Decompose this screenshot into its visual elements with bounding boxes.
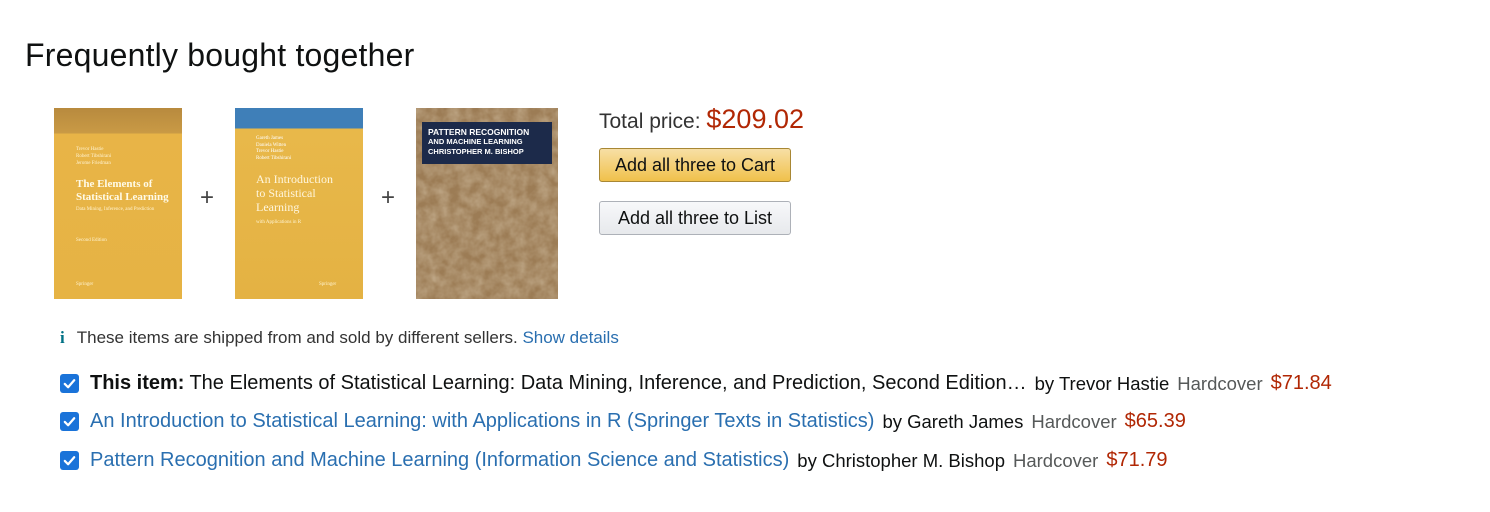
- cover-title: The Elements of Statistical Learning: [76, 178, 169, 203]
- section-heading: Frequently bought together: [25, 36, 415, 73]
- item-format: Hardcover: [1031, 410, 1117, 432]
- add-all-to-list-button[interactable]: Add all three to List: [599, 201, 791, 235]
- item-price: $65.39: [1124, 410, 1186, 432]
- item-author: by Christopher M. Bishop: [797, 449, 1005, 471]
- book-cover-pattern-recognition[interactable]: PATTERN RECOGNITION AND MACHINE LEARNING…: [416, 108, 558, 299]
- item-price: $71.84: [1270, 372, 1332, 394]
- total-price-label: Total price:: [599, 110, 701, 133]
- plus-sign: +: [200, 184, 215, 211]
- add-all-to-cart-button[interactable]: Add all three to Cart: [599, 148, 791, 182]
- total-price: Total price: $209.02: [599, 104, 804, 135]
- cover-publisher: Springer: [76, 282, 94, 287]
- total-price-value: $209.02: [706, 104, 804, 134]
- item-title: The Elements of Statistical Learning: Da…: [189, 372, 1027, 394]
- cover-title: PATTERN RECOGNITION AND MACHINE LEARNING…: [428, 127, 530, 156]
- bundle-item: This item: The Elements of Statistical L…: [60, 372, 1332, 395]
- show-details-link[interactable]: Show details: [522, 328, 618, 347]
- cover-edition: Second Edition: [76, 238, 107, 243]
- cover-title: An Introduction to Statistical Learning: [256, 172, 333, 214]
- item-title-link[interactable]: Pattern Recognition and Machine Learning…: [90, 449, 789, 472]
- item-checkbox[interactable]: [60, 451, 79, 470]
- this-item-label: This item:: [90, 372, 185, 394]
- cover-publisher: Springer: [319, 282, 337, 287]
- item-title-link[interactable]: An Introduction to Statistical Learning:…: [90, 410, 874, 433]
- seller-info: i These items are shipped from and sold b…: [60, 328, 619, 348]
- item-format: Hardcover: [1012, 449, 1099, 471]
- item-author: by Trevor Hastie: [1034, 372, 1170, 394]
- cover-subtitle: Data Mining, Inference, and Prediction: [76, 207, 155, 212]
- item-author: by Gareth James: [882, 410, 1024, 432]
- checkmark-icon: [63, 417, 76, 427]
- book-cover-introduction-to-statistical-learning[interactable]: Gareth James Daniela Witten Trevor Hasti…: [235, 108, 363, 299]
- item-checkbox[interactable]: [60, 412, 79, 431]
- item-format: Hardcover: [1177, 372, 1263, 394]
- cover-subtitle: with Applications in R: [256, 220, 302, 225]
- cover-authors: Trevor Hastie Robert Tibshirani Jerome F…: [76, 147, 112, 166]
- bundle-item: An Introduction to Statistical Learning:…: [60, 410, 1186, 433]
- plus-sign: +: [381, 184, 396, 211]
- item-checkbox[interactable]: [60, 374, 79, 393]
- checkmark-icon: [63, 456, 76, 466]
- cover-authors: Gareth James Daniela Witten Trevor Hasti…: [256, 136, 292, 161]
- item-price: $71.79: [1106, 449, 1168, 471]
- bundle-item: Pattern Recognition and Machine Learning…: [60, 449, 1168, 472]
- info-icon: i: [60, 328, 65, 347]
- checkmark-icon: [63, 379, 76, 389]
- book-cover-elements-of-statistical-learning[interactable]: Trevor Hastie Robert Tibshirani Jerome F…: [54, 108, 182, 299]
- seller-info-text: These items are shipped from and sold by…: [76, 328, 518, 347]
